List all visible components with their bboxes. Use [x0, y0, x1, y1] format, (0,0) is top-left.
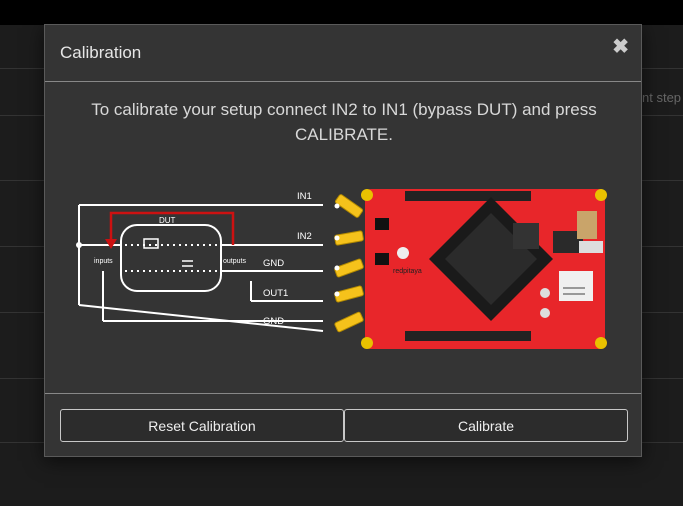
port-label-in1: IN1 — [297, 191, 312, 202]
dialog-header: Calibration ✖ — [45, 25, 641, 82]
calibrate-button[interactable]: Calibrate — [344, 409, 628, 442]
port-label-out1: OUT1 — [263, 288, 288, 299]
port-label-in2: IN2 — [297, 231, 312, 242]
dialog-footer-divider — [45, 393, 641, 394]
close-icon[interactable]: ✖ — [612, 37, 629, 57]
calibration-dialog: Calibration ✖ To calibrate your setup co… — [44, 24, 642, 457]
calibration-instructions: To calibrate your setup connect IN2 to I… — [91, 100, 597, 144]
dialog-title: Calibration — [60, 43, 142, 62]
calibration-wiring-diagram: DUT inputs outputs IN1 IN2 GND OUT1 GND — [76, 189, 607, 349]
background-hint-text: nt step — [642, 90, 682, 105]
top-bar — [0, 0, 683, 25]
port-label-gnd: GND — [263, 316, 284, 327]
inputs-label: inputs — [94, 258, 113, 265]
port-label-gnd: GND — [263, 258, 284, 269]
reset-calibration-button[interactable]: Reset Calibration — [60, 409, 344, 442]
dut-label: DUT — [159, 216, 176, 225]
board-logo: redpitaya — [393, 268, 422, 275]
outputs-label: outputs — [223, 258, 246, 265]
red-pitaya-board: redpitaya — [334, 189, 607, 349]
